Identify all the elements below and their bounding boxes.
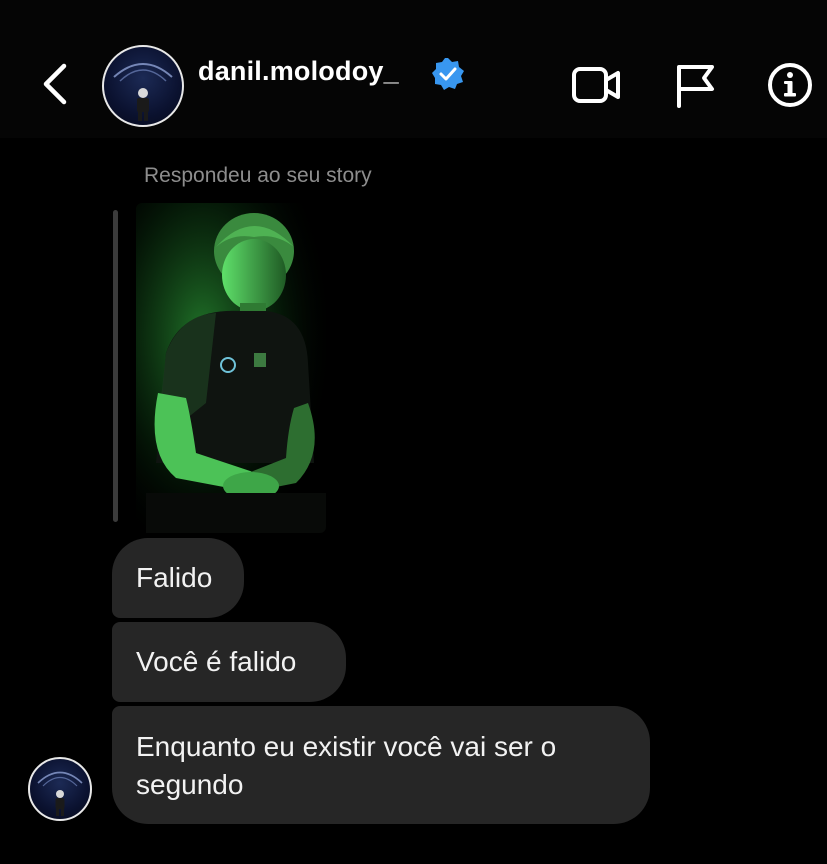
username[interactable]: danil.molodoy_ [198, 56, 399, 87]
info-icon [768, 63, 812, 107]
chevron-left-icon [43, 63, 67, 105]
report-button[interactable] [670, 62, 722, 108]
video-call-icon [572, 67, 620, 103]
video-call-button[interactable] [570, 62, 622, 108]
message-text: Falido [136, 562, 213, 593]
story-thumbnail[interactable] [136, 203, 326, 533]
chat-header: danil.molodoy_ [0, 0, 827, 138]
avatar-image [113, 63, 173, 121]
message-text: Enquanto eu existir você vai ser o segun… [136, 731, 557, 800]
profile-avatar[interactable] [102, 45, 184, 127]
message-bubble[interactable]: Você é falido [112, 622, 346, 702]
message-text: Você é falido [136, 646, 297, 677]
info-button[interactable] [764, 62, 816, 108]
sender-avatar[interactable] [28, 757, 92, 821]
avatar-image [37, 771, 83, 816]
verified-badge-icon [431, 57, 465, 91]
reply-quote-bar [113, 210, 118, 522]
message-bubble[interactable]: Falido [112, 538, 244, 618]
flag-icon [677, 65, 714, 108]
story-image [136, 203, 326, 533]
message-bubble[interactable]: Enquanto eu existir você vai ser o segun… [112, 706, 650, 824]
story-reply-label: Respondeu ao seu story [144, 164, 372, 187]
back-button[interactable] [38, 60, 74, 108]
